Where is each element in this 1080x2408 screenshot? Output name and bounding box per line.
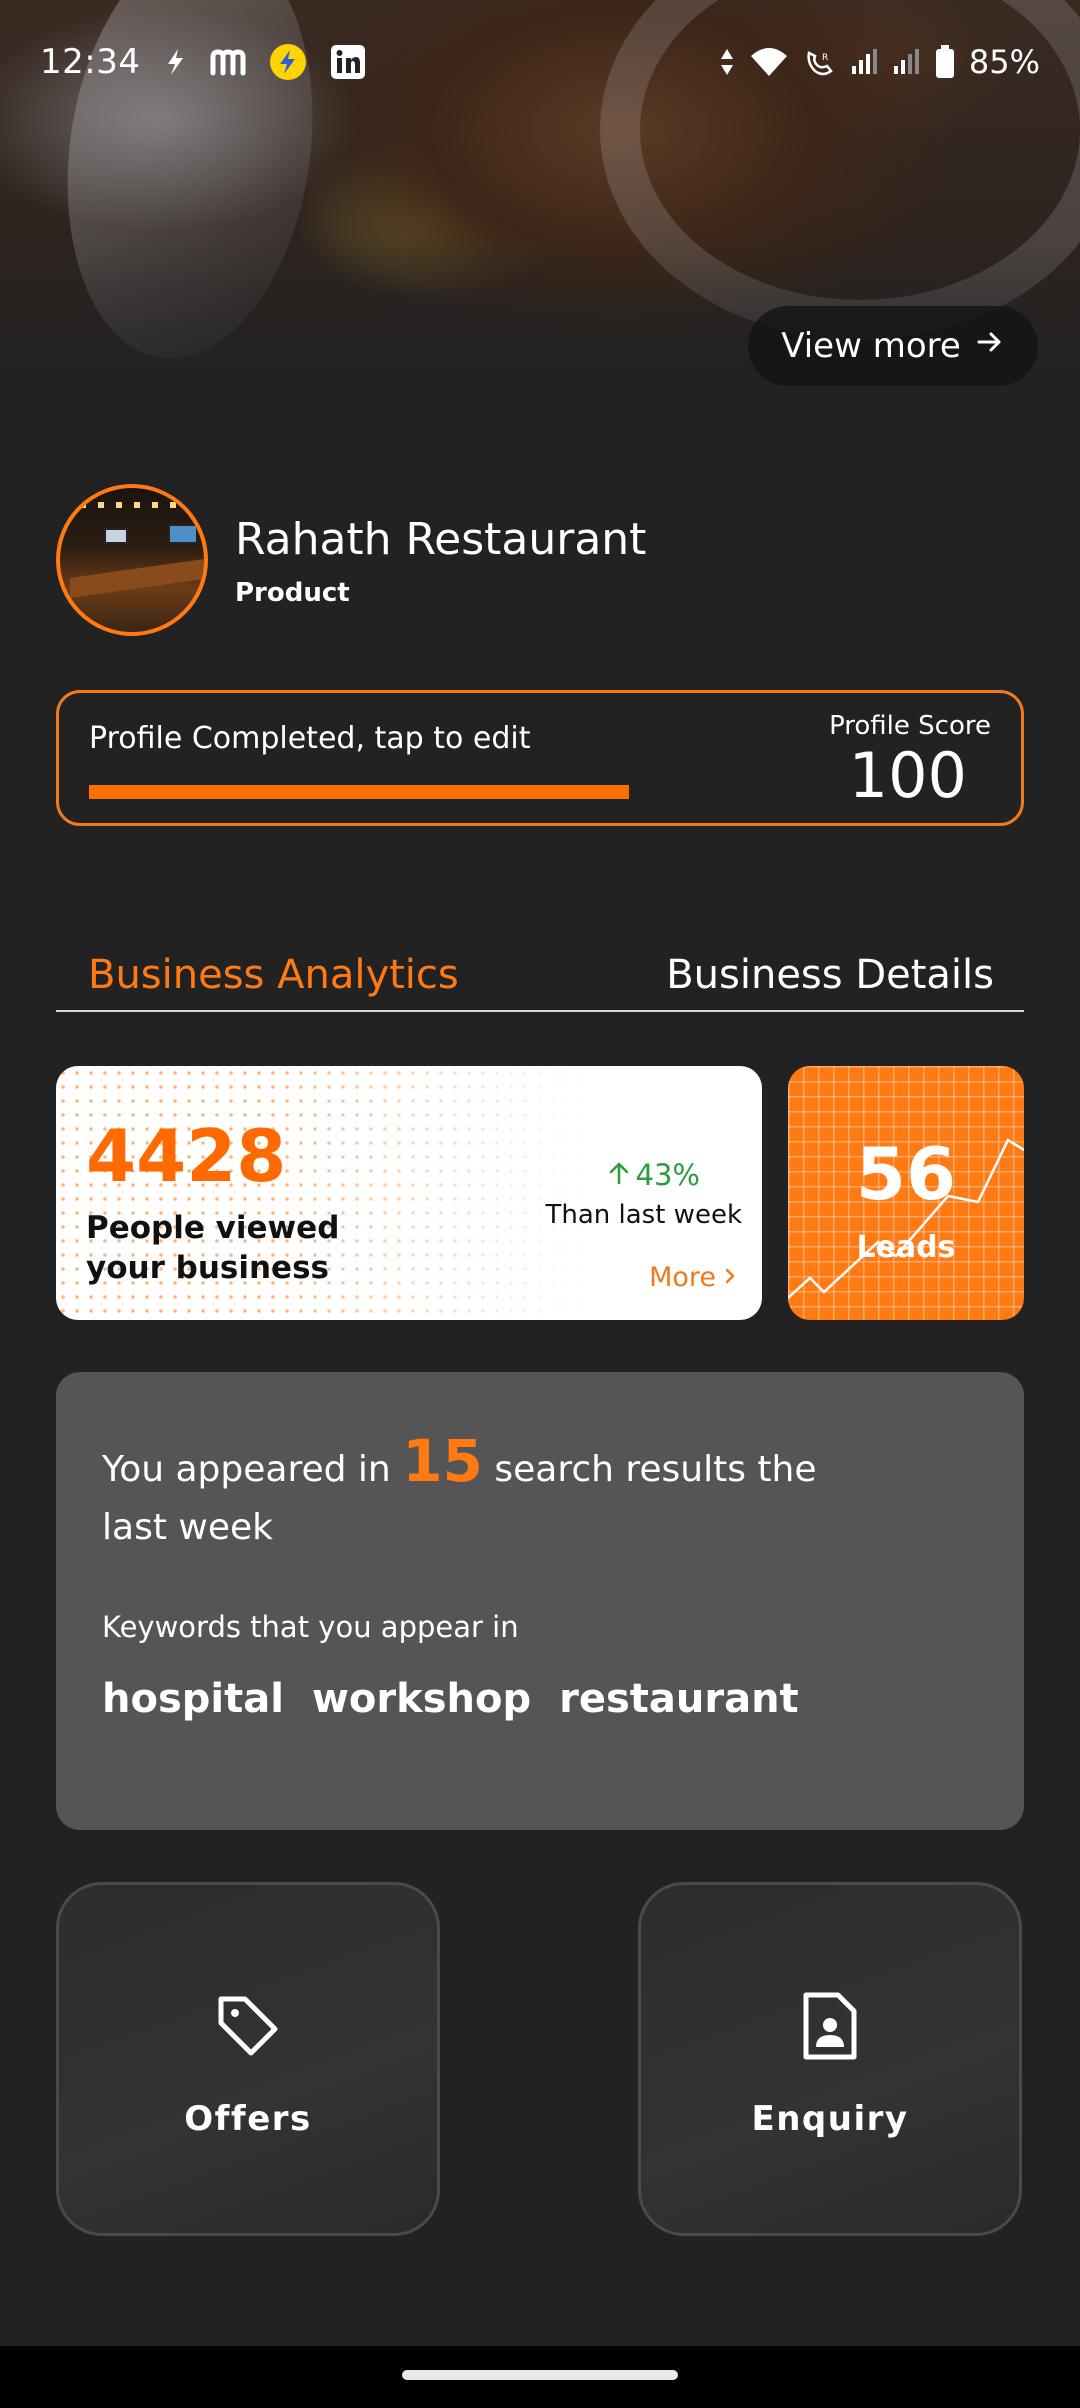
tab-business-details[interactable]: Business Details <box>666 952 994 998</box>
battery-icon <box>935 45 955 79</box>
keywords-list: hospital workshop restaurant <box>102 1676 799 1722</box>
arrow-right-icon <box>975 326 1005 366</box>
more-link[interactable]: More <box>649 1262 736 1293</box>
search-results-card: You appeared in 15 search results the la… <box>56 1372 1024 1830</box>
chevron-right-icon <box>724 1262 736 1293</box>
offers-label: Offers <box>184 2099 312 2139</box>
arrow-up-icon <box>608 1158 630 1192</box>
views-card[interactable]: 4428 People viewed your business 43% Tha… <box>56 1066 762 1320</box>
leads-label: Leads <box>856 1230 956 1265</box>
keyword-item: hospital <box>102 1676 284 1722</box>
profile-progress-bar <box>89 785 629 799</box>
views-label: People viewed your business <box>86 1210 340 1286</box>
enquiry-button[interactable]: Enquiry <box>638 1882 1022 2236</box>
business-avatar[interactable] <box>56 484 208 636</box>
leads-count: 56 <box>855 1132 957 1216</box>
status-right: R 85% <box>719 43 1040 81</box>
views-change-label: Than last week <box>545 1200 742 1230</box>
keyword-item: restaurant <box>559 1676 799 1722</box>
data-arrows-icon <box>719 47 735 77</box>
tag-icon <box>59 1991 437 2061</box>
leads-card[interactable]: 56 Leads <box>788 1066 1024 1320</box>
keyword-item: workshop <box>311 1676 532 1722</box>
status-bar: 12:34 R 85% <box>40 36 1040 88</box>
status-left: 12:34 <box>40 42 366 82</box>
search-count: 15 <box>402 1427 483 1495</box>
views-change: 43% <box>608 1158 700 1192</box>
flipkart-icon <box>268 42 308 82</box>
search-prefix: You appeared in <box>102 1449 403 1490</box>
meesho-icon <box>210 47 246 77</box>
profile-score-label: Profile Score <box>829 711 991 741</box>
flash-icon <box>162 47 188 77</box>
profile-completion-label: Profile Completed, tap to edit <box>89 721 531 756</box>
views-count: 4428 <box>86 1114 287 1198</box>
avatar-tv <box>168 524 198 544</box>
battery-level: 85% <box>968 43 1040 81</box>
document-person-icon <box>641 1991 1019 2061</box>
profile-score-value: 100 <box>848 739 967 812</box>
search-summary: You appeared in 15 search results the la… <box>102 1432 862 1557</box>
enquiry-label: Enquiry <box>751 2099 909 2139</box>
avatar-bar-counter <box>70 558 204 598</box>
views-change-value: 43% <box>635 1158 700 1192</box>
tab-business-analytics[interactable]: Business Analytics <box>88 952 459 998</box>
view-more-button[interactable]: View more <box>748 306 1038 386</box>
home-gesture-handle[interactable] <box>402 2370 678 2380</box>
analytics-tabs: Business Analytics Business Details <box>56 952 1024 1012</box>
business-type: Product <box>235 578 350 608</box>
avatar-lights <box>80 502 190 508</box>
wifi-icon <box>749 46 789 78</box>
offers-button[interactable]: Offers <box>56 1882 440 2236</box>
navigation-bar <box>0 2346 1080 2408</box>
keywords-label: Keywords that you appear in <box>102 1610 519 1644</box>
signal-icon-2 <box>893 48 921 76</box>
volte-icon: R <box>803 47 837 77</box>
avatar-tv-2 <box>104 528 128 544</box>
view-more-label: View more <box>781 326 961 366</box>
status-time: 12:34 <box>40 42 141 82</box>
profile-completion-card[interactable]: Profile Completed, tap to edit Profile S… <box>56 690 1024 826</box>
linkedin-icon <box>330 44 366 80</box>
signal-icon <box>851 48 879 76</box>
svg-text:R: R <box>822 53 828 63</box>
more-label: More <box>649 1262 716 1293</box>
business-name: Rahath Restaurant <box>235 514 647 565</box>
